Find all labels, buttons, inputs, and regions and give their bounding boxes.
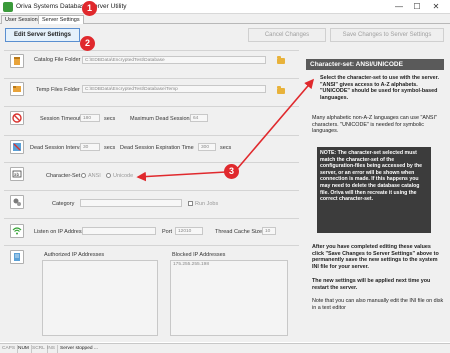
step-badge-1: 1 [82, 1, 97, 16]
step-badge-3: 3 [224, 164, 239, 179]
ins-indicator: INS [45, 345, 58, 353]
arrow-to-charset [136, 171, 227, 182]
status-message: Server stopped ... [60, 346, 98, 351]
step-badge-2: 2 [80, 36, 95, 51]
arrow-to-help [236, 78, 315, 170]
status-bar: CAPS NUM SCRL INS Server stopped ... [0, 343, 450, 353]
